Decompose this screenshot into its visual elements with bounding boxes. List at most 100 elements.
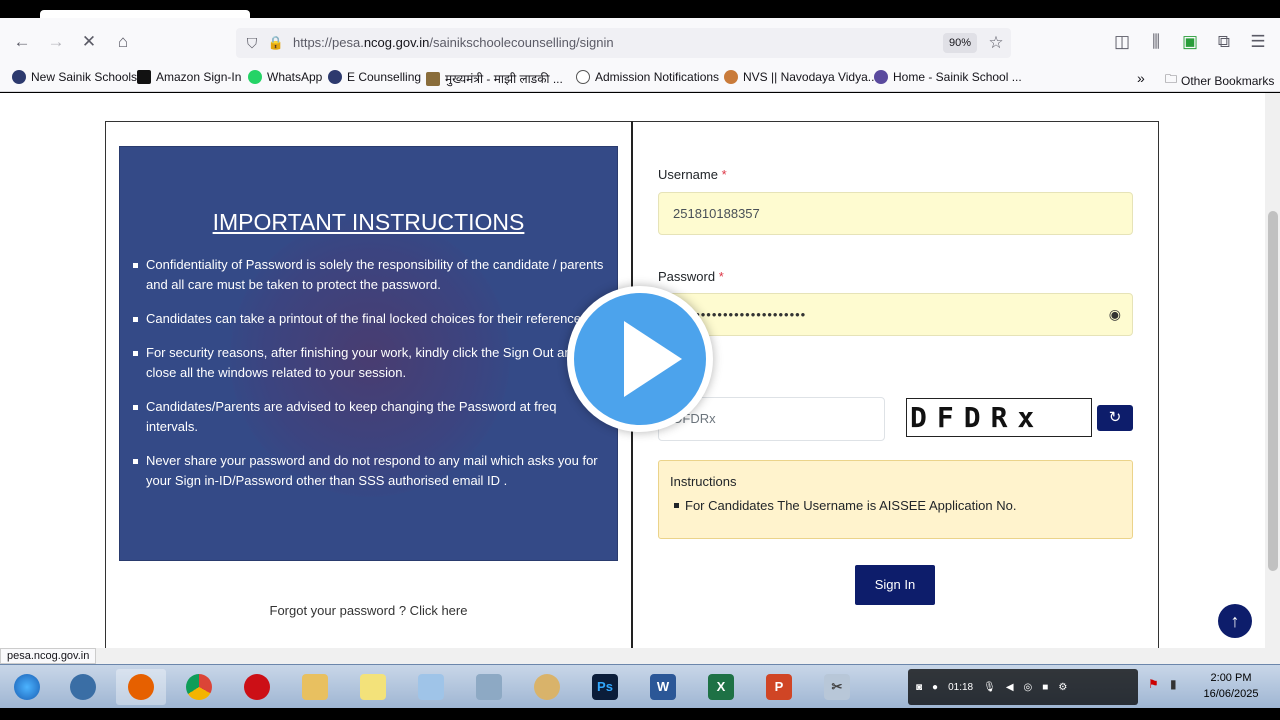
- bookmark-item[interactable]: Admission Notifications: [576, 70, 719, 84]
- pocket-icon[interactable]: ◫: [1110, 30, 1134, 54]
- username-note: Instructions For Candidates The Username…: [658, 460, 1133, 539]
- bookmark-item[interactable]: WhatsApp: [248, 70, 322, 84]
- network-icon[interactable]: ▮: [1170, 677, 1177, 691]
- sign-in-button[interactable]: Sign In: [855, 565, 935, 605]
- taskbar-app[interactable]: P: [754, 669, 804, 705]
- bookmarks-toolbar: New Sainik Schools Amazon Sign-In WhatsA…: [0, 66, 1280, 92]
- bookmark-item[interactable]: New Sainik Schools: [12, 70, 137, 84]
- emblem-icon: [426, 71, 440, 86]
- instruction-item: Candidates can take a printout of the fi…: [133, 309, 608, 329]
- nvs-icon: [724, 70, 738, 84]
- bookmark-star-icon[interactable]: ☆: [984, 31, 1008, 55]
- instructions-list: Confidentiality of Password is solely th…: [133, 255, 608, 505]
- taskbar-app[interactable]: [464, 669, 514, 705]
- instruction-item: Confidentiality of Password is solely th…: [133, 255, 608, 295]
- opera-icon: [244, 674, 270, 700]
- taskbar-app[interactable]: [406, 669, 456, 705]
- taskbar-app[interactable]: [522, 669, 572, 705]
- globe-icon: [874, 70, 888, 84]
- bookmark-item[interactable]: NVS || Navodaya Vidya...: [724, 70, 878, 84]
- powerpoint-icon: P: [766, 674, 792, 700]
- password-input[interactable]: •••••••••••••••••••••••• ◉: [658, 293, 1133, 336]
- zoom-indicator[interactable]: 90%: [943, 33, 978, 53]
- speaker-icon[interactable]: ◀: [1006, 682, 1014, 693]
- status-url: pesa.ncog.gov.in: [0, 648, 97, 664]
- navigation-toolbar: ← → ✕ ⌂ ⛉ 🔒 https://pesa.ncog.gov.in/sai…: [0, 18, 1280, 66]
- puzzle-icon[interactable]: ⧉: [1212, 30, 1236, 54]
- stop-loading-icon[interactable]: ✕: [77, 30, 101, 54]
- refresh-captcha-button[interactable]: ↻: [1097, 405, 1133, 431]
- address-bar[interactable]: ⛉ 🔒 https://pesa.ncog.gov.in/sainikschoo…: [236, 28, 1011, 58]
- password-label: Password *: [658, 269, 724, 284]
- globe-icon: [328, 70, 342, 84]
- chrome-icon: [186, 674, 212, 700]
- other-bookmarks[interactable]: 🗀 Other Bookmarks: [1165, 70, 1274, 91]
- library-icon[interactable]: ⫼: [1144, 30, 1168, 54]
- paint-icon: [534, 674, 560, 700]
- bookmark-item[interactable]: Home - Sainik School ...: [874, 70, 1022, 84]
- captcha-image: DFDRx: [906, 398, 1092, 437]
- record-icon[interactable]: ●: [932, 682, 938, 693]
- scrollbar-thumb[interactable]: [1268, 211, 1278, 571]
- windows-logo-icon: [14, 674, 40, 700]
- forward-icon[interactable]: →: [44, 30, 68, 54]
- photoshop-icon: Ps: [592, 674, 618, 700]
- more-bookmarks-icon[interactable]: »: [1137, 70, 1145, 86]
- shield-icon[interactable]: ⛉: [240, 31, 264, 55]
- flag-icon[interactable]: ⚑: [1148, 677, 1159, 691]
- word-icon: W: [650, 674, 676, 700]
- settings-gear-icon[interactable]: ⚙: [1058, 682, 1067, 693]
- bookmark-item[interactable]: E Counselling: [328, 70, 421, 84]
- start-button[interactable]: [2, 669, 52, 705]
- menu-icon[interactable]: ☰: [1246, 30, 1270, 54]
- taskbar-app[interactable]: [58, 669, 108, 705]
- username-input[interactable]: 251810188357: [658, 192, 1133, 235]
- instructions-title: IMPORTANT INSTRUCTIONS: [212, 209, 525, 235]
- horizontal-scrollbar[interactable]: [0, 648, 1280, 664]
- stop-square-icon[interactable]: ■: [1042, 682, 1048, 693]
- excel-icon: X: [708, 674, 734, 700]
- taskbar-app[interactable]: [174, 669, 224, 705]
- taskbar-app[interactable]: [232, 669, 282, 705]
- taskbar-app[interactable]: [290, 669, 340, 705]
- home-icon[interactable]: ⌂: [111, 30, 135, 54]
- paint-bucket-icon: [418, 674, 444, 700]
- note-title: Instructions: [670, 474, 737, 489]
- bookmark-item[interactable]: मुख्यमंत्री - माझी लाडकी ...: [426, 70, 563, 87]
- taskbar-app[interactable]: [116, 669, 166, 705]
- lock-icon[interactable]: 🔒: [264, 31, 288, 55]
- taskbar-app[interactable]: W: [638, 669, 688, 705]
- scroll-to-top-button[interactable]: ↑: [1218, 604, 1252, 638]
- whatsapp-icon: [248, 70, 262, 84]
- taskbar-app[interactable]: X: [696, 669, 746, 705]
- folder-icon: 🗀: [1165, 72, 1178, 86]
- taskbar: Ps W X P ✂ ◙ ● 01:18 🎙 ◀ ◎ ■ ⚙ ⚑ ▮ 2:00 …: [0, 664, 1280, 708]
- eye-slash-icon[interactable]: ◉: [1109, 294, 1122, 335]
- video-play-button[interactable]: [567, 286, 713, 432]
- forgot-password-link[interactable]: Forgot your password ? Click here: [119, 603, 618, 618]
- taskbar-app[interactable]: [348, 669, 398, 705]
- instructions-panel: IMPORTANT INSTRUCTIONS Confidentiality o…: [119, 146, 618, 561]
- taskbar-app[interactable]: Ps: [580, 669, 630, 705]
- instruction-item: Candidates/Parents are advised to keep c…: [133, 397, 608, 437]
- camera-icon[interactable]: ◙: [916, 682, 922, 693]
- snipping-tool-icon: ✂: [824, 674, 850, 700]
- clock[interactable]: 2:00 PM 16/06/2025: [1196, 670, 1266, 702]
- sticky-notes-icon: [360, 674, 386, 700]
- webcam-icon[interactable]: ◎: [1024, 682, 1033, 693]
- vertical-scrollbar[interactable]: [1265, 93, 1280, 648]
- bookmark-item[interactable]: Amazon Sign-In: [137, 70, 241, 84]
- extension-icon[interactable]: ▣: [1178, 30, 1202, 54]
- firefox-icon: [128, 674, 154, 700]
- browser-app-icon: [70, 674, 96, 700]
- recording-toolbar: ◙ ● 01:18 🎙 ◀ ◎ ■ ⚙: [908, 669, 1138, 705]
- taskbar-app[interactable]: ✂: [812, 669, 862, 705]
- refresh-icon: ↻: [1108, 409, 1122, 426]
- url-text[interactable]: https://pesa.ncog.gov.in/sainikschooleco…: [293, 35, 614, 50]
- instruction-item: Never share your password and do not res…: [133, 451, 608, 491]
- amazon-icon: [137, 70, 151, 84]
- microphone-icon[interactable]: 🎙: [983, 682, 996, 693]
- back-icon[interactable]: ←: [10, 30, 34, 54]
- note-item: For Candidates The Username is AISSEE Ap…: [673, 498, 1017, 513]
- bottom-edge: [0, 708, 1280, 720]
